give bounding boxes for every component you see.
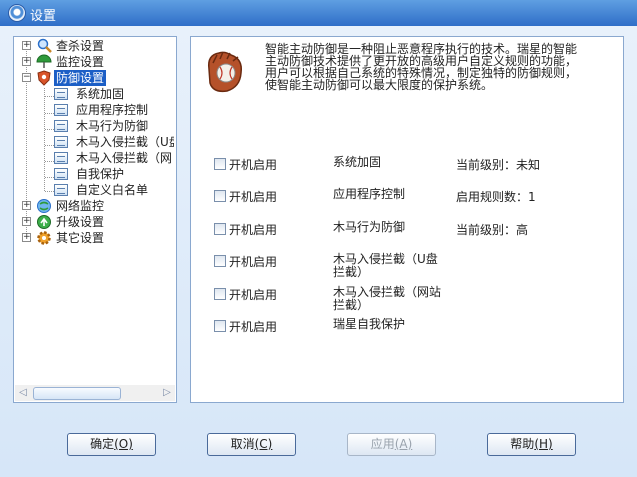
- tree-item-other-settings[interactable]: + 其它设置: [14, 230, 174, 246]
- tree-item-label: 其它设置: [56, 231, 105, 245]
- defense-description: 智能主动防御是一种阻止恶意程序执行的技术。瑞星的智能主动防御技术提供了更开放的高…: [265, 42, 578, 92]
- gear-icon: [37, 231, 51, 245]
- tree-item-trojan-behavior[interactable]: 木马行为防御: [14, 118, 174, 134]
- tree-item-label: 木马入侵拦截（U盘: [76, 135, 174, 149]
- feature-name: 木马行为防御: [333, 220, 406, 234]
- startup-enable-checkbox[interactable]: [214, 223, 226, 235]
- setting-row-app-control: 开机启用 应用程序控制 启用规则数：1: [191, 183, 625, 215]
- tree-item-scan-settings[interactable]: + 查杀设置: [14, 38, 174, 54]
- settings-tree[interactable]: + 查杀设置 + 监控设置 − 防御设置 系统加固 应用程序控制 木马行为防御: [13, 36, 177, 403]
- apply-button[interactable]: 应用(A): [347, 433, 436, 456]
- setting-row-trojan-behavior: 开机启用 木马行为防御 当前级别：高: [191, 216, 625, 248]
- feature-name: 木马入侵拦截（网站拦截）: [333, 285, 442, 312]
- expand-icon[interactable]: +: [22, 201, 31, 210]
- setting-row-web-intercept: 开机启用 木马入侵拦截（网站拦截）: [191, 281, 625, 313]
- ok-button[interactable]: 确定(O): [67, 433, 156, 456]
- title-bar: 设置: [0, 0, 637, 26]
- tree-item-label: 升级设置: [56, 215, 105, 229]
- startup-enable-checkbox[interactable]: [214, 255, 226, 267]
- tree-item-label: 应用程序控制: [76, 103, 149, 117]
- page-icon: [54, 88, 68, 100]
- shortcut-hint: (H): [534, 437, 553, 451]
- feature-name: 瑞星自我保护: [333, 317, 406, 331]
- status-text: 当前级别：未知: [456, 158, 541, 172]
- button-label: 应用: [370, 437, 395, 451]
- page-icon: [54, 168, 68, 180]
- window-title: 设置: [30, 9, 57, 24]
- page-icon: [54, 136, 68, 148]
- scroll-left-arrow[interactable]: ◁: [15, 385, 31, 401]
- startup-enable-checkbox[interactable]: [214, 158, 226, 170]
- shortcut-hint: (C): [254, 437, 273, 451]
- network-icon: [37, 199, 51, 213]
- checkbox-label: 开机启用: [229, 190, 278, 204]
- startup-enable-checkbox[interactable]: [214, 190, 226, 202]
- defense-settings-panel: 智能主动防御是一种阻止恶意程序执行的技术。瑞星的智能主动防御技术提供了更开放的高…: [190, 36, 624, 403]
- tree-horizontal-scrollbar[interactable]: ◁ ▷: [15, 385, 175, 401]
- tree-item-monitor-settings[interactable]: + 监控设置: [14, 54, 174, 70]
- tree-item-label: 自我保护: [76, 167, 125, 181]
- baseball-glove-icon: [207, 51, 243, 93]
- expand-icon[interactable]: +: [22, 233, 31, 242]
- tree-item-app-control[interactable]: 应用程序控制: [14, 102, 174, 118]
- button-label: 确定: [90, 437, 115, 451]
- tree-item-whitelist[interactable]: 自定义白名单: [14, 182, 174, 198]
- tree-item-system-hardening[interactable]: 系统加固: [14, 86, 174, 102]
- startup-enable-checkbox[interactable]: [214, 320, 226, 332]
- cancel-button[interactable]: 取消(C): [207, 433, 296, 456]
- help-button[interactable]: 帮助(H): [487, 433, 576, 456]
- tree-item-upgrade-settings[interactable]: + 升级设置: [14, 214, 174, 230]
- tree-item-label: 监控设置: [56, 55, 105, 69]
- scrollbar-thumb[interactable]: [33, 387, 121, 400]
- umbrella-icon: [36, 54, 52, 68]
- page-icon: [54, 184, 68, 196]
- feature-name: 应用程序控制: [333, 187, 406, 201]
- page-icon: [54, 152, 68, 164]
- tree-item-label: 系统加固: [76, 87, 125, 101]
- status-text: 当前级别：高: [456, 223, 529, 237]
- tree-item-label: 木马入侵拦截（网: [76, 151, 173, 165]
- setting-row-system-hardening: 开机启用 系统加固 当前级别：未知: [191, 151, 625, 183]
- app-icon: [8, 4, 26, 22]
- shortcut-hint: (O): [114, 437, 133, 451]
- tree-item-defense-settings[interactable]: − 防御设置: [14, 70, 174, 86]
- upgrade-icon: [37, 215, 51, 229]
- checkbox-label: 开机启用: [229, 320, 278, 334]
- collapse-icon[interactable]: −: [22, 73, 31, 82]
- expand-icon[interactable]: +: [22, 217, 31, 226]
- tree-item-label: 自定义白名单: [76, 183, 149, 197]
- page-icon: [54, 120, 68, 132]
- setting-row-self-protection: 开机启用 瑞星自我保护: [191, 313, 625, 345]
- tree-item-usb-intercept[interactable]: 木马入侵拦截（U盘: [14, 134, 174, 150]
- tree-item-label: 木马行为防御: [76, 119, 149, 133]
- checkbox-label: 开机启用: [229, 288, 278, 302]
- shortcut-hint: (A): [394, 437, 413, 451]
- checkbox-label: 开机启用: [229, 223, 278, 237]
- tree-item-self-protection[interactable]: 自我保护: [14, 166, 174, 182]
- tree-item-label: 查杀设置: [56, 39, 105, 53]
- setting-row-usb-intercept: 开机启用 木马入侵拦截（U盘拦截）: [191, 248, 625, 280]
- button-label: 取消: [230, 437, 255, 451]
- status-text: 启用规则数：1: [456, 190, 536, 204]
- checkbox-label: 开机启用: [229, 255, 278, 269]
- feature-name: 系统加固: [333, 155, 382, 169]
- tree-item-network-monitor[interactable]: + 网络监控: [14, 198, 174, 214]
- tree-item-label: 网络监控: [56, 199, 105, 213]
- button-label: 帮助: [510, 437, 535, 451]
- page-icon: [54, 104, 68, 116]
- shield-icon: [37, 70, 51, 86]
- feature-name: 木马入侵拦截（U盘拦截）: [333, 252, 438, 279]
- expand-icon[interactable]: +: [22, 57, 31, 66]
- tree-item-web-intercept[interactable]: 木马入侵拦截（网: [14, 150, 174, 166]
- scroll-right-arrow[interactable]: ▷: [159, 385, 175, 401]
- checkbox-label: 开机启用: [229, 158, 278, 172]
- magnifier-icon: [37, 38, 52, 53]
- expand-icon[interactable]: +: [22, 41, 31, 50]
- tree-item-label: 防御设置: [54, 70, 107, 86]
- startup-enable-checkbox[interactable]: [214, 288, 226, 300]
